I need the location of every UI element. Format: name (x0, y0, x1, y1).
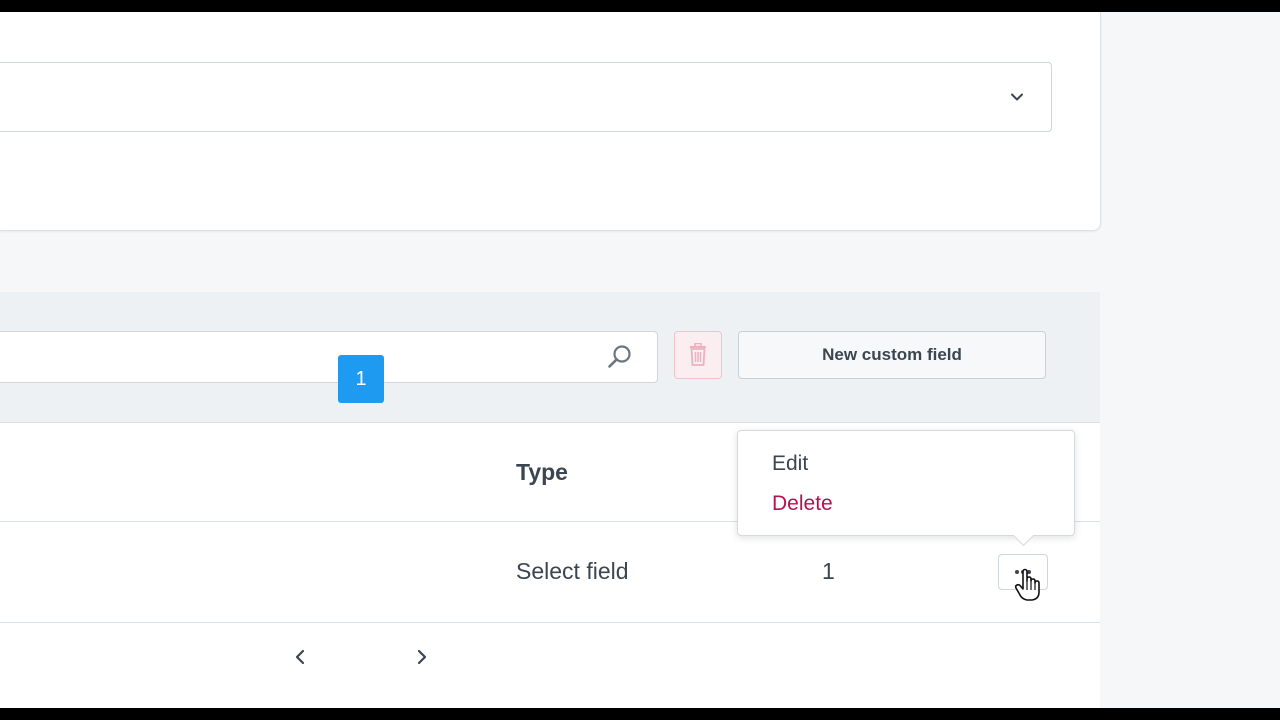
bottom-black-bar (0, 708, 1280, 720)
hand-pointer-icon (1014, 568, 1040, 601)
page-button-current[interactable]: 1 (338, 355, 384, 403)
cell-type: Select field (516, 558, 629, 584)
top-black-bar (0, 0, 1280, 12)
new-custom-field-button[interactable]: New custom field (738, 331, 1046, 379)
delete-selected-button[interactable] (674, 331, 722, 379)
column-header-type[interactable]: Type (516, 459, 568, 486)
menu-item-delete[interactable]: Delete (772, 492, 833, 516)
search-icon[interactable] (607, 344, 633, 370)
select-dropdown[interactable] (0, 62, 1052, 132)
chevron-left-icon[interactable] (290, 647, 310, 667)
cell-count: 1 (822, 558, 835, 584)
menu-item-edit[interactable]: Edit (772, 452, 808, 476)
chevron-right-icon[interactable] (412, 647, 432, 667)
table-row: Select field 1 (0, 522, 1100, 623)
top-card (0, 12, 1101, 231)
row-actions-menu: Edit Delete (737, 430, 1075, 536)
pagination (0, 623, 1100, 708)
table-toolbar: New custom field (0, 292, 1100, 423)
trash-icon (690, 343, 706, 366)
chevron-down-icon (1011, 93, 1023, 101)
search-input[interactable] (0, 331, 658, 383)
